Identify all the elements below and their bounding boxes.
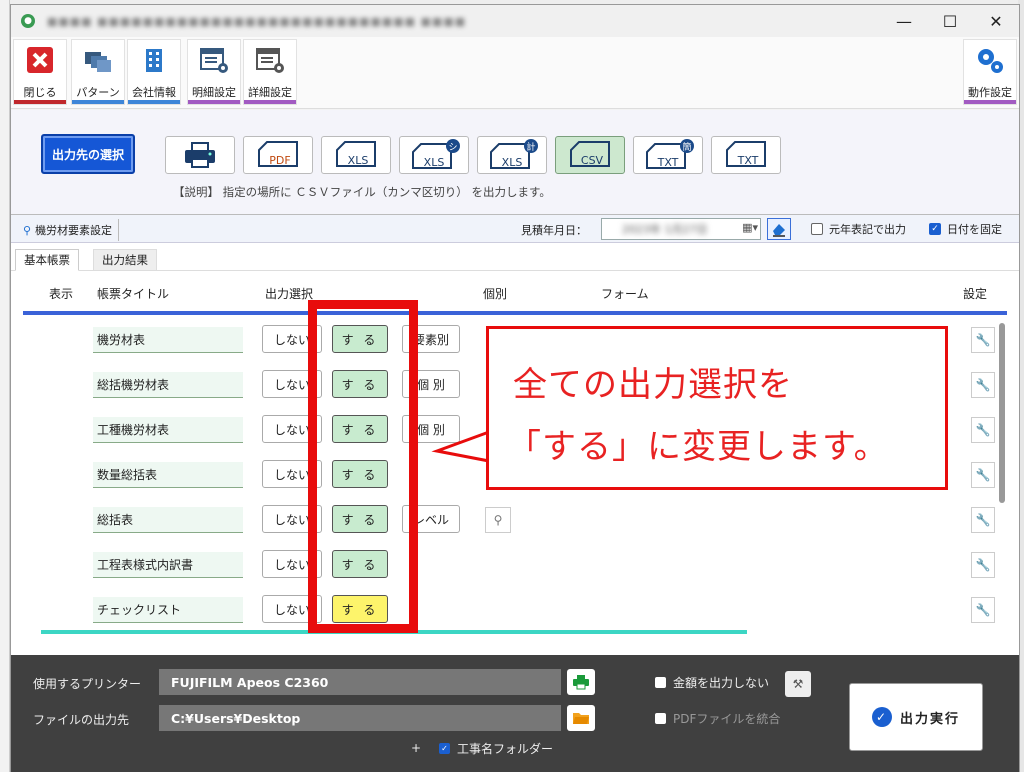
annotation-callout: 全ての出力選択を 「する」に変更します。 [486,326,948,490]
callout-line-1: 全ての出力選択を [513,365,793,405]
callout-line-2: 「する」に変更します。 [507,427,889,467]
